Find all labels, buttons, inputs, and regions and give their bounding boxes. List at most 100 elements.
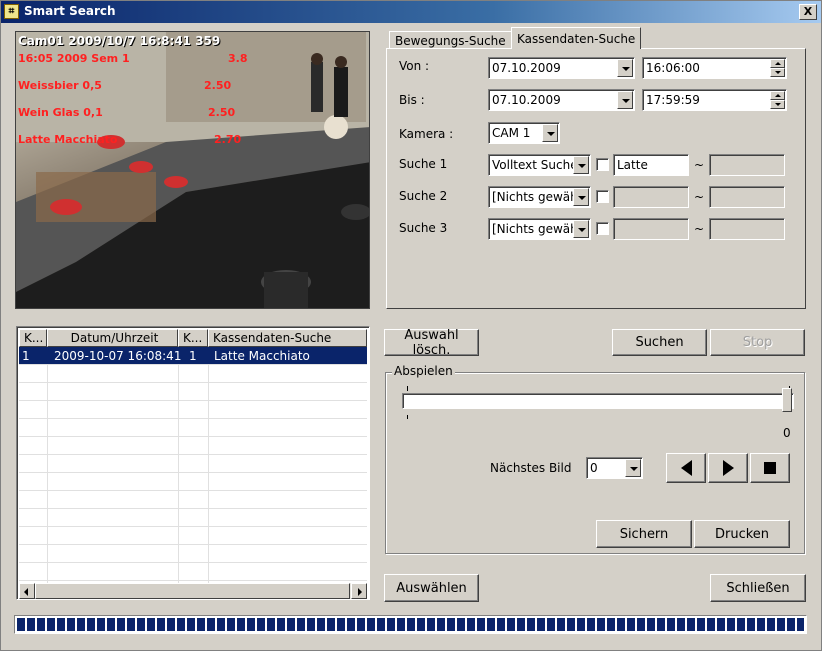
suche1-label: Suche 1 [399, 157, 448, 171]
progress-fill [17, 618, 804, 631]
table-row-empty [19, 509, 367, 527]
von-date-picker[interactable]: 07.10.2009 [488, 57, 635, 79]
overlay-line: 16:05 2009 Sem 1 3.8 [18, 52, 358, 79]
suche1-value-input[interactable]: Latte [613, 154, 689, 176]
von-label: Von : [399, 59, 430, 73]
spinner-icon[interactable] [770, 59, 785, 77]
overlay-line-price: 2.50 [208, 106, 236, 119]
chevron-down-icon[interactable] [617, 59, 633, 77]
overlay-line-text: Wein Glas 0,1 [18, 106, 103, 119]
chevron-down-icon[interactable] [625, 459, 641, 477]
spinner-icon[interactable] [770, 91, 785, 109]
naechstes-bild-value: 0 [590, 461, 598, 475]
horizontal-scrollbar[interactable] [19, 583, 367, 599]
next-frame-button[interactable] [708, 453, 748, 483]
tab-bewegungs-suche[interactable]: Bewegungs-Suche [389, 31, 512, 49]
results-list[interactable]: K... Datum/Uhrzeit K... Kassendaten-Such… [16, 326, 370, 600]
slider-tick [407, 386, 408, 391]
table-row-empty [19, 383, 367, 401]
chevron-down-icon[interactable] [617, 91, 633, 109]
stop-button[interactable]: Stop [710, 329, 805, 356]
suche1-checkbox[interactable] [596, 158, 609, 171]
naechstes-bild-label: Nächstes Bild [490, 461, 572, 475]
cell-datetime: 2009-10-07 16:08:41 [54, 349, 182, 363]
suche1-type-value: Volltext Suche [492, 158, 574, 172]
suche1-value2-input[interactable] [709, 154, 785, 176]
column-header-k1[interactable]: K... [19, 329, 47, 347]
video-preview: Cam01 2009/10/7 16:8:41 359 16:05 2009 S… [15, 31, 370, 309]
table-row[interactable]: 1 2009-10-07 16:08:41 1 Latte Macchiato [19, 347, 367, 365]
table-row-empty [19, 563, 367, 581]
kassendaten-panel: Von : 07.10.2009 16:06:00 Bis : 07.10.20… [386, 48, 806, 309]
von-time-field[interactable]: 16:06:00 [642, 57, 787, 79]
cell-k1: 1 [22, 349, 30, 363]
chevron-down-icon[interactable] [573, 156, 589, 174]
table-row-empty [19, 401, 367, 419]
kamera-select[interactable]: CAM 1 [488, 122, 560, 144]
playback-slider-thumb[interactable] [782, 388, 792, 412]
von-date-value: 07.10.2009 [492, 61, 561, 75]
table-row-empty [19, 491, 367, 509]
auswaehlen-button[interactable]: Auswählen [384, 574, 479, 602]
schliessen-button[interactable]: Schließen [710, 574, 806, 602]
overlay-line-text: 16:05 2009 Sem 1 [18, 52, 130, 65]
bis-label: Bis : [399, 93, 425, 107]
range-tilde: ~ [694, 190, 705, 204]
suche3-label: Suche 3 [399, 221, 448, 235]
playback-slider-track[interactable] [402, 393, 794, 409]
suche1-value-text: Latte [617, 158, 648, 172]
sichern-button[interactable]: Sichern [596, 520, 692, 548]
suche3-value-input[interactable] [613, 218, 689, 240]
cell-k2: 1 [189, 349, 197, 363]
suche3-value2-input[interactable] [709, 218, 785, 240]
auswahl-loeschen-button[interactable]: Auswahl lösch. [384, 328, 479, 358]
cell-kassendaten: Latte Macchiato [214, 349, 310, 363]
overlay-line: Wein Glas 0,1 2.50 [18, 106, 358, 133]
suche2-label: Suche 2 [399, 189, 448, 203]
stop-playback-button[interactable] [750, 453, 790, 483]
suche3-type-value: [Nichts gewäh [492, 222, 574, 236]
suche2-type-value: [Nichts gewäh [492, 190, 574, 204]
kamera-label: Kamera : [399, 127, 454, 141]
tab-kassendaten-suche[interactable]: Kassendaten-Suche [511, 27, 642, 49]
column-header-kassendaten[interactable]: Kassendaten-Suche [208, 329, 367, 347]
chevron-down-icon[interactable] [542, 124, 558, 142]
naechstes-bild-select[interactable]: 0 [586, 457, 643, 479]
previous-frame-button[interactable] [666, 453, 706, 483]
chevron-down-icon[interactable] [573, 220, 589, 238]
suche2-type-select[interactable]: [Nichts gewäh [488, 186, 591, 208]
suche2-checkbox[interactable] [596, 190, 609, 203]
overlay-line: Weissbier 0,5 2.50 [18, 79, 358, 106]
search-progress-bar [14, 615, 807, 634]
von-time-value: 16:06:00 [646, 61, 700, 75]
overlay-line-price: 2.70 [214, 133, 242, 146]
bis-time-field[interactable]: 17:59:59 [642, 89, 787, 111]
bis-date-value: 07.10.2009 [492, 93, 561, 107]
abspielen-label: Abspielen [392, 364, 455, 378]
bis-date-picker[interactable]: 07.10.2009 [488, 89, 635, 111]
column-header-k2[interactable]: K... [178, 329, 208, 347]
kamera-value: CAM 1 [492, 126, 531, 140]
scroll-thumb[interactable] [35, 583, 350, 599]
suche1-type-select[interactable]: Volltext Suche [488, 154, 591, 176]
play-backward-icon [680, 460, 692, 476]
table-row-empty [19, 527, 367, 545]
suche2-value-input[interactable] [613, 186, 689, 208]
overlay-line-text: Weissbier 0,5 [18, 79, 102, 92]
scroll-right-icon[interactable] [351, 583, 367, 599]
suche2-value2-input[interactable] [709, 186, 785, 208]
play-forward-icon [722, 460, 734, 476]
window-title: Smart Search [24, 4, 116, 18]
column-header-datetime[interactable]: Datum/Uhrzeit [47, 329, 178, 347]
slider-value: 0 [783, 426, 791, 440]
abspielen-group: Abspielen 0 Nächstes Bild 0 Sichern Druc… [385, 364, 805, 554]
suchen-button[interactable]: Suchen [612, 329, 707, 356]
drucken-button[interactable]: Drucken [694, 520, 790, 548]
title-bar: ⌗ Smart Search X [1, 1, 821, 23]
scroll-left-icon[interactable] [19, 583, 35, 599]
suche3-type-select[interactable]: [Nichts gewäh [488, 218, 591, 240]
suche3-checkbox[interactable] [596, 222, 609, 235]
close-button[interactable]: X [799, 4, 817, 20]
chevron-down-icon[interactable] [573, 188, 589, 206]
table-row-empty [19, 473, 367, 491]
